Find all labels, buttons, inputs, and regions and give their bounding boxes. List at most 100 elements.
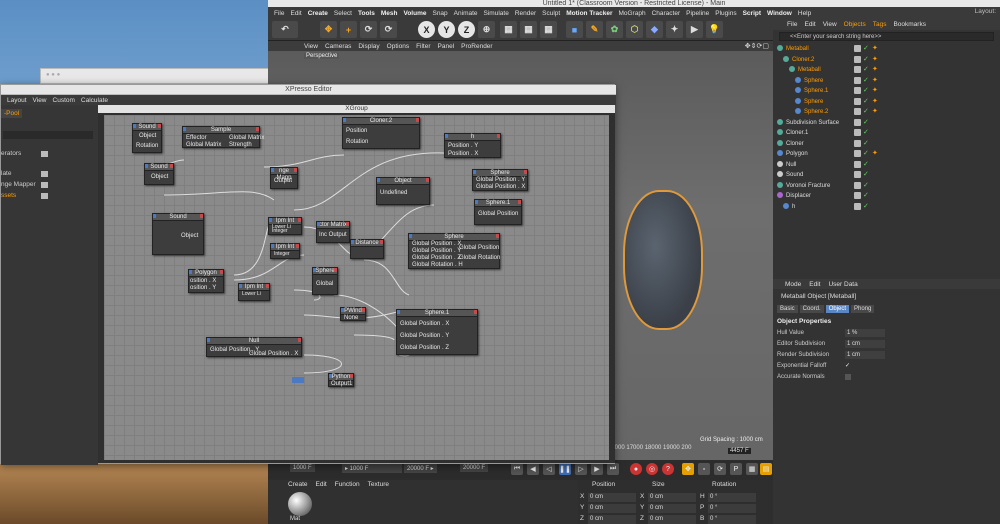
visibility-toggle[interactable] bbox=[854, 150, 861, 157]
move-icon[interactable]: ✥ bbox=[320, 21, 337, 38]
visibility-toggle[interactable] bbox=[854, 181, 861, 189]
menu-create[interactable]: Create bbox=[308, 10, 328, 17]
node-port[interactable]: Inc Output bbox=[319, 232, 347, 238]
hull-value-field[interactable]: 1 % bbox=[845, 329, 885, 337]
node-port[interactable]: Integer bbox=[272, 228, 288, 234]
node-port[interactable]: Rotation bbox=[136, 143, 158, 149]
material-preview[interactable] bbox=[288, 492, 312, 516]
vp-menu-view[interactable]: View bbox=[304, 43, 318, 50]
node-collapsed[interactable] bbox=[292, 377, 304, 383]
node-null[interactable]: Null Global Position . Y Global Position… bbox=[206, 337, 302, 357]
scale-key-icon[interactable]: ▫ bbox=[698, 463, 710, 475]
pool-item-assets[interactable]: ssets bbox=[1, 192, 16, 199]
rotate-icon[interactable]: ⟳ bbox=[360, 21, 377, 38]
node-object[interactable]: Object Undefined bbox=[376, 177, 430, 205]
node-sphere-1a[interactable]: Sphere.1 Global Position bbox=[474, 199, 522, 225]
tag-icon[interactable]: ✦ bbox=[872, 150, 880, 158]
menu-render[interactable]: Render bbox=[515, 10, 536, 17]
visibility-toggle[interactable] bbox=[854, 139, 861, 147]
node-sound-2[interactable]: Sound Object bbox=[144, 163, 174, 185]
node-port[interactable]: Global Matrix bbox=[229, 135, 264, 141]
z-axis-button[interactable]: Z bbox=[458, 21, 475, 38]
size-y-field[interactable]: 0 cm bbox=[648, 504, 696, 513]
vp-menu-filter[interactable]: Filter bbox=[416, 43, 430, 50]
node-port[interactable]: None bbox=[344, 315, 358, 321]
node-port[interactable]: Output1 bbox=[331, 381, 352, 387]
node-sound-1[interactable]: Sound Object Rotation bbox=[132, 123, 162, 153]
go-to-start-icon[interactable]: ⏮ bbox=[511, 463, 523, 475]
next-frame-icon[interactable]: ▷ bbox=[575, 463, 587, 475]
menu-window[interactable]: Window bbox=[767, 10, 792, 17]
exponential-falloff-checkbox[interactable]: ✓ bbox=[845, 362, 850, 369]
recent-tool-icon[interactable]: ⟳ bbox=[380, 21, 397, 38]
tab-object[interactable]: Object bbox=[825, 305, 850, 313]
om-menu-edit[interactable]: Edit bbox=[804, 21, 815, 28]
node-pwind[interactable]: PWind None bbox=[340, 307, 366, 321]
am-menu-edit[interactable]: Edit bbox=[809, 281, 820, 288]
object-row[interactable]: Sphere.2 ✓ ✦ bbox=[773, 107, 1000, 117]
tag-icon[interactable]: ✦ bbox=[872, 98, 880, 106]
node-polygon[interactable]: Polygon osition . X osition . Y bbox=[188, 269, 224, 293]
object-row[interactable]: h ✓ bbox=[773, 202, 1000, 212]
node-port[interactable]: Position . Y bbox=[448, 143, 478, 149]
node-port[interactable]: Global Position . Y bbox=[476, 177, 525, 183]
background-window-controls[interactable]: ● ● ● bbox=[46, 72, 60, 78]
scene-icon[interactable]: ✦ bbox=[666, 21, 683, 38]
tag-icon[interactable]: ✦ bbox=[872, 87, 880, 95]
node-sphere-a[interactable]: Sphere Global Position . Y Global Positi… bbox=[472, 169, 528, 191]
enable-check-icon[interactable]: ✓ bbox=[863, 87, 870, 94]
node-port[interactable]: Strength bbox=[229, 142, 252, 148]
visibility-toggle[interactable] bbox=[854, 87, 861, 94]
vp-menu-cameras[interactable]: Cameras bbox=[325, 43, 351, 50]
enable-check-icon[interactable]: ✓ bbox=[863, 129, 870, 136]
object-row[interactable]: Cloner ✓ bbox=[773, 139, 1000, 149]
node-port[interactable]: Global Position . Y bbox=[400, 333, 449, 339]
menu-snap[interactable]: Snap bbox=[432, 10, 447, 17]
mograph-icon[interactable]: ⬡ bbox=[626, 21, 643, 38]
visibility-toggle[interactable] bbox=[854, 55, 861, 63]
coordinate-system-icon[interactable]: ⊕ bbox=[478, 21, 495, 38]
pen-icon[interactable]: ✎ bbox=[586, 21, 603, 38]
position-x-field[interactable]: 0 cm bbox=[588, 493, 636, 502]
node-math-int-3[interactable]: Ipm Int Lower Li bbox=[238, 283, 270, 301]
vp-menu-panel[interactable]: Panel bbox=[438, 43, 455, 50]
pool-item-range-mapper[interactable]: nge Mapper bbox=[1, 181, 36, 188]
object-row[interactable]: Polygon ✓ ✦ bbox=[773, 149, 1000, 159]
rotation-p-field[interactable]: 0 ° bbox=[708, 504, 756, 513]
visibility-toggle[interactable] bbox=[854, 108, 861, 115]
menu-mesh[interactable]: Mesh bbox=[381, 10, 398, 17]
object-row[interactable]: Subdivision Surface ✓ bbox=[773, 118, 1000, 128]
visibility-toggle[interactable] bbox=[854, 66, 861, 73]
timeline-ruler[interactable]: 16000 17000 18000 19000 200 bbox=[608, 445, 691, 451]
node-port[interactable]: Effector bbox=[186, 135, 207, 141]
y-axis-button[interactable]: Y bbox=[438, 21, 455, 38]
x-axis-button[interactable]: X bbox=[418, 21, 435, 38]
object-row[interactable]: Null ✓ bbox=[773, 160, 1000, 170]
tag-icon[interactable]: ✦ bbox=[872, 77, 880, 85]
prev-frame-icon[interactable]: ◁ bbox=[543, 463, 555, 475]
node-port[interactable]: Global Position . X bbox=[476, 184, 525, 190]
object-row[interactable]: Sphere ✓ ✦ bbox=[773, 97, 1000, 107]
timeline-window-icon[interactable]: ▤ bbox=[760, 463, 772, 475]
tag-icon[interactable]: ✦ bbox=[872, 66, 880, 74]
xpool-tab[interactable]: -Pool bbox=[1, 109, 23, 118]
menu-script[interactable]: Script bbox=[743, 10, 761, 17]
node-range-mapper[interactable]: nge Mapp Output bbox=[270, 167, 298, 189]
mat-menu-create[interactable]: Create bbox=[288, 481, 308, 488]
enable-check-icon[interactable]: ✓ bbox=[863, 192, 870, 199]
menu-animate[interactable]: Animate bbox=[454, 10, 478, 17]
am-menu-mode[interactable]: Mode bbox=[785, 281, 801, 288]
node-port[interactable]: Output bbox=[274, 178, 292, 184]
node-port[interactable]: Global Matrix bbox=[186, 142, 221, 148]
tag-icon[interactable]: ✦ bbox=[872, 45, 880, 53]
vp-menu-prorender[interactable]: ProRender bbox=[461, 43, 492, 50]
object-row[interactable]: Cloner.1 ✓ bbox=[773, 128, 1000, 138]
tag-icon[interactable]: ✦ bbox=[872, 56, 880, 64]
deformer-icon[interactable]: ◆ bbox=[646, 21, 663, 38]
node-port[interactable]: Lower Li bbox=[242, 291, 261, 297]
visibility-toggle[interactable] bbox=[854, 192, 861, 199]
render-picture-icon[interactable]: ▦ bbox=[520, 21, 537, 38]
node-port[interactable]: Global Rotation bbox=[459, 255, 500, 261]
enable-check-icon[interactable]: ✓ bbox=[863, 171, 870, 178]
tab-coord[interactable]: Coord. bbox=[799, 305, 824, 313]
